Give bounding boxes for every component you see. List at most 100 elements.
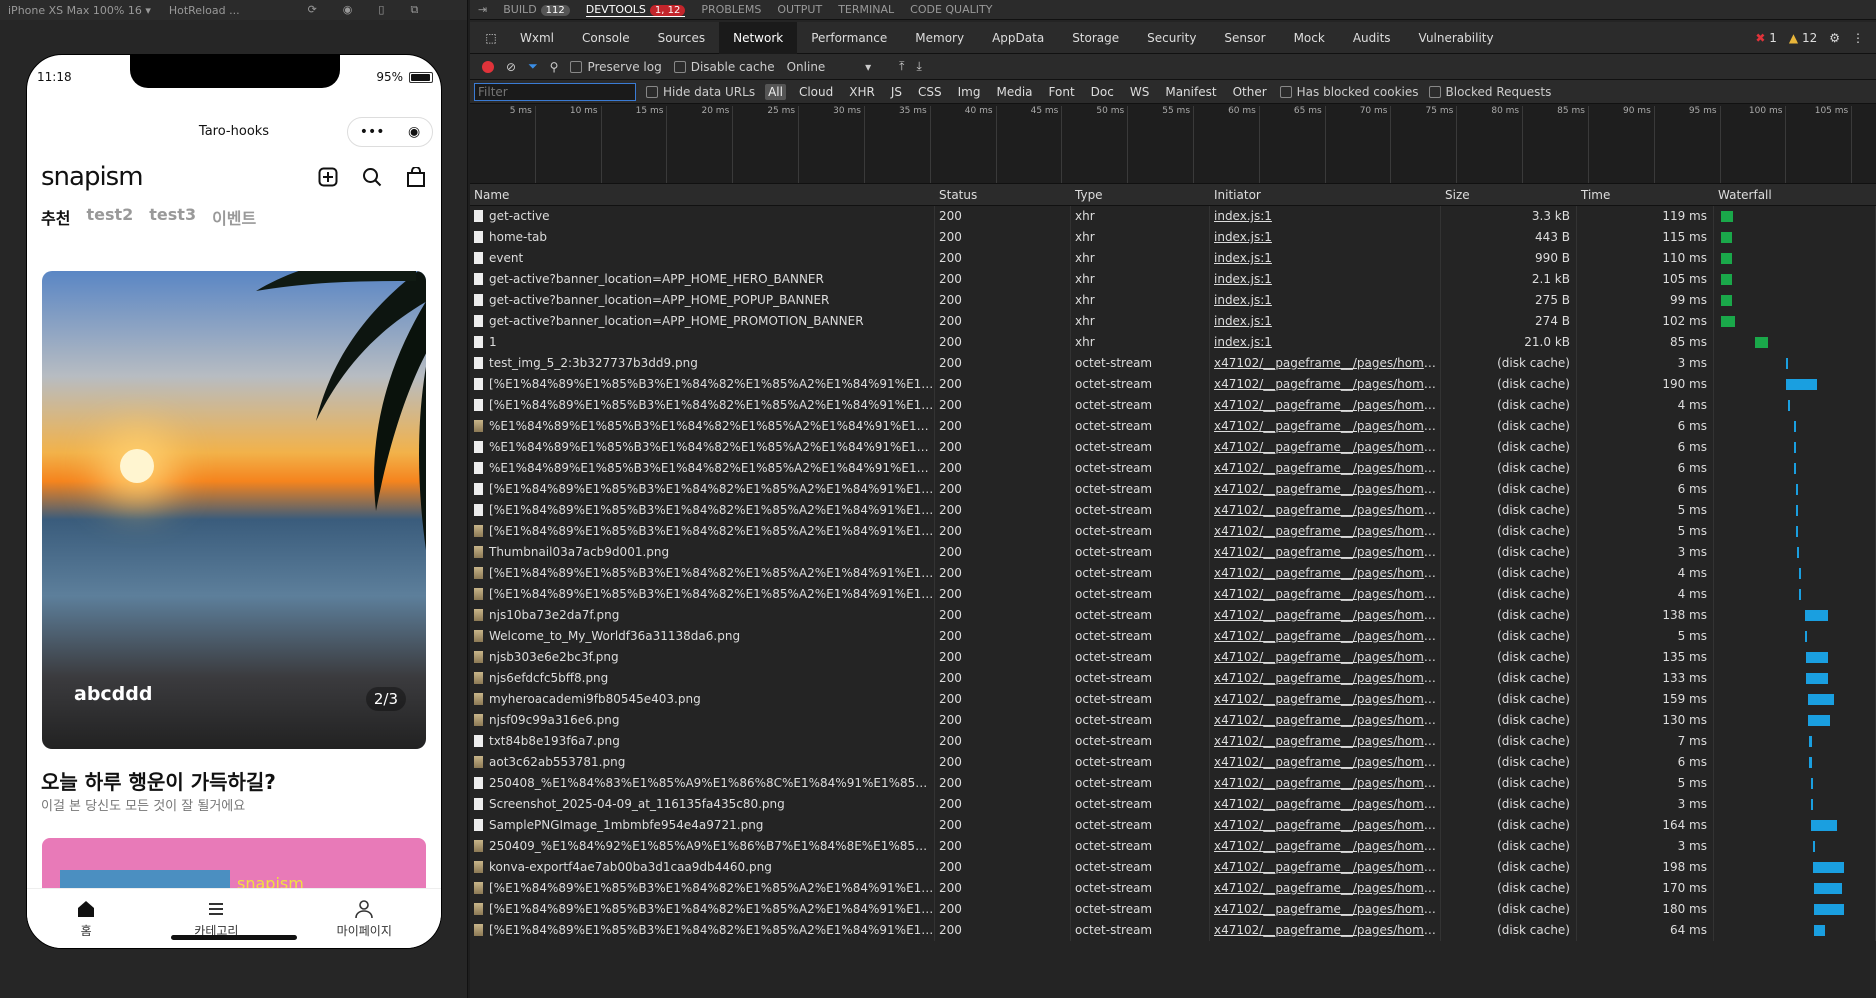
cell-name[interactable]: njs6efdcfc5bff8.png bbox=[470, 668, 935, 689]
tabbar-category[interactable]: 카테고리 bbox=[194, 899, 238, 939]
cell-name[interactable]: event bbox=[470, 248, 935, 269]
table-row[interactable]: [%E1%84%89%E1%85%B3%E1%84%82%E1%85%A2%E1… bbox=[470, 920, 1876, 941]
panel-tab-sensor[interactable]: Sensor bbox=[1210, 22, 1279, 54]
cell-initiator[interactable]: x47102/__pageframe__/pages/home/ind... bbox=[1210, 584, 1441, 605]
table-row[interactable]: txt84b8e193f6a7.png 200 octet-stream x47102… bbox=[470, 731, 1876, 752]
cell-initiator[interactable]: index.js:1 bbox=[1210, 332, 1441, 353]
table-row[interactable]: test_img_5_2:3b327737b3dd9.png 200 octet-s… bbox=[470, 353, 1876, 374]
tab-problems[interactable]: PROBLEMS bbox=[701, 3, 761, 16]
col-time[interactable]: Time bbox=[1577, 188, 1714, 202]
cell-name[interactable]: [%E1%84%89%E1%85%B3%E1%84%82%E1%85%A2%E1… bbox=[470, 920, 935, 941]
cell-initiator[interactable]: x47102/__pageframe__/pages/home/ind... bbox=[1210, 857, 1441, 878]
table-row[interactable]: get-active?banner_location=APP_HOME_HERO… bbox=[470, 269, 1876, 290]
filter-type-js[interactable]: JS bbox=[888, 84, 905, 100]
table-row[interactable]: [%E1%84%89%E1%85%B3%E1%84%82%E1%85%A2%E1… bbox=[470, 563, 1876, 584]
table-row[interactable]: [%E1%84%89%E1%85%B3%E1%84%82%E1%85%A2%E1… bbox=[470, 479, 1876, 500]
cell-initiator[interactable]: x47102/__pageframe__/pages/home/ind... bbox=[1210, 353, 1441, 374]
panel-tab-security[interactable]: Security bbox=[1133, 22, 1210, 54]
filter-type-font[interactable]: Font bbox=[1046, 84, 1078, 100]
close-mini-program-icon[interactable]: ◉ bbox=[408, 125, 420, 139]
filter-type-other[interactable]: Other bbox=[1230, 84, 1270, 100]
cell-initiator[interactable]: x47102/__pageframe__/pages/home/ind... bbox=[1210, 836, 1441, 857]
table-row[interactable]: [%E1%84%89%E1%85%B3%E1%84%82%E1%85%A2%E1… bbox=[470, 878, 1876, 899]
settings-gear-icon[interactable]: ⚙ bbox=[1829, 31, 1840, 45]
tab-code-quality[interactable]: CODE QUALITY bbox=[910, 3, 992, 16]
shopping-bag-icon[interactable] bbox=[405, 166, 427, 188]
cell-name[interactable]: %E1%84%89%E1%85%B3%E1%84%82%E1%85%A2%E1%… bbox=[470, 416, 935, 437]
filter-type-xhr[interactable]: XHR bbox=[846, 84, 878, 100]
cell-initiator[interactable]: index.js:1 bbox=[1210, 311, 1441, 332]
cell-name[interactable]: get-active bbox=[470, 206, 935, 227]
tab-test3[interactable]: test3 bbox=[149, 205, 196, 229]
filter-icon[interactable]: ⏷ bbox=[528, 59, 538, 74]
cell-name[interactable]: %E1%84%89%E1%85%B3%E1%84%82%E1%85%A2%E1%… bbox=[470, 437, 935, 458]
cell-initiator[interactable]: x47102/__pageframe__/pages/home/ind... bbox=[1210, 542, 1441, 563]
panel-tab-vulnerability[interactable]: Vulnerability bbox=[1405, 22, 1508, 54]
cell-name[interactable]: get-active?banner_location=APP_HOME_PROM… bbox=[470, 311, 935, 332]
tab-event[interactable]: 이벤트 bbox=[212, 205, 256, 229]
tabbar-mypage[interactable]: 마이페이지 bbox=[337, 899, 392, 939]
cell-initiator[interactable]: x47102/__pageframe__/pages/home/ind... bbox=[1210, 815, 1441, 836]
cell-initiator[interactable]: x47102/__pageframe__/pages/home/ind... bbox=[1210, 710, 1441, 731]
tab-output[interactable]: OUTPUT bbox=[777, 3, 822, 16]
filter-input[interactable] bbox=[474, 82, 636, 101]
panel-tab-sources[interactable]: Sources bbox=[644, 22, 719, 54]
cell-name[interactable]: get-active?banner_location=APP_HOME_POPU… bbox=[470, 290, 935, 311]
col-name[interactable]: Name bbox=[470, 188, 935, 202]
cell-name[interactable]: home-tab bbox=[470, 227, 935, 248]
table-row[interactable]: 250408_%E1%84%83%E1%85%A9%E1%86%8C%E1%84… bbox=[470, 773, 1876, 794]
cell-name[interactable]: [%E1%84%89%E1%85%B3%E1%84%82%E1%85%A2%E1… bbox=[470, 878, 935, 899]
table-row[interactable]: get-active 200 xhr index.js:1 3.3 kB 119 ms bbox=[470, 206, 1876, 227]
panel-tab-console[interactable]: Console bbox=[568, 22, 644, 54]
cell-name[interactable]: [%E1%84%89%E1%85%B3%E1%84%82%E1%85%A2%E1… bbox=[470, 899, 935, 920]
cell-initiator[interactable]: x47102/__pageframe__/pages/home/ind... bbox=[1210, 689, 1441, 710]
table-row[interactable]: [%E1%84%89%E1%85%B3%E1%84%82%E1%85%A2%E1… bbox=[470, 899, 1876, 920]
tab-recommend[interactable]: 추천 bbox=[41, 205, 70, 229]
cell-name[interactable]: get-active?banner_location=APP_HOME_HERO… bbox=[470, 269, 935, 290]
cell-initiator[interactable]: x47102/__pageframe__/pages/home/ind... bbox=[1210, 773, 1441, 794]
cell-name[interactable]: %E1%84%89%E1%85%B3%E1%84%82%E1%85%A2%E1%… bbox=[470, 458, 935, 479]
cell-name[interactable]: txt84b8e193f6a7.png bbox=[470, 731, 935, 752]
cell-name[interactable]: njsb303e6e2bc3f.png bbox=[470, 647, 935, 668]
record-button[interactable] bbox=[482, 60, 494, 73]
import-har-icon[interactable]: ⤒ bbox=[899, 59, 904, 74]
cell-initiator[interactable]: x47102/__pageframe__/pages/home/ind... bbox=[1210, 920, 1441, 941]
cell-initiator[interactable]: index.js:1 bbox=[1210, 227, 1441, 248]
table-row[interactable]: myheroacademi9fb80545e403.png 200 octet-st… bbox=[470, 689, 1876, 710]
table-row[interactable]: konva-exportf4ae7ab00ba3d1caa9db4460.png… bbox=[470, 857, 1876, 878]
add-post-icon[interactable] bbox=[317, 166, 339, 188]
cell-initiator[interactable]: x47102/__pageframe__/pages/home/ind... bbox=[1210, 479, 1441, 500]
cell-initiator[interactable]: x47102/__pageframe__/pages/home/ind... bbox=[1210, 878, 1441, 899]
table-row[interactable]: SamplePNGImage_1mbmbfe954e4a9721.png 200 o… bbox=[470, 815, 1876, 836]
cell-initiator[interactable]: x47102/__pageframe__/pages/home/ind... bbox=[1210, 500, 1441, 521]
collapse-icon[interactable]: ⇥ bbox=[478, 3, 487, 16]
table-row[interactable]: Thumbnail03a7acb9d001.png 200 octet-stream… bbox=[470, 542, 1876, 563]
table-row[interactable]: [%E1%84%89%E1%85%B3%E1%84%82%E1%85%A2%E1… bbox=[470, 584, 1876, 605]
cell-initiator[interactable]: x47102/__pageframe__/pages/home/ind... bbox=[1210, 563, 1441, 584]
cell-initiator[interactable]: x47102/__pageframe__/pages/home/ind... bbox=[1210, 458, 1441, 479]
table-row[interactable]: %E1%84%89%E1%85%B3%E1%84%82%E1%85%A2%E1%… bbox=[470, 458, 1876, 479]
col-size[interactable]: Size bbox=[1441, 188, 1577, 202]
cell-name[interactable]: [%E1%84%89%E1%85%B3%E1%84%82%E1%85%A2%E1… bbox=[470, 374, 935, 395]
table-row[interactable]: Welcome_to_My_Worldf36a31138da6.png 200 oc… bbox=[470, 626, 1876, 647]
panel-tab-mock[interactable]: Mock bbox=[1280, 22, 1339, 54]
capsule-menu[interactable]: ••• ◉ bbox=[347, 117, 433, 147]
cell-name[interactable]: [%E1%84%89%E1%85%B3%E1%84%82%E1%85%A2%E1… bbox=[470, 395, 935, 416]
export-har-icon[interactable]: ⤓ bbox=[916, 59, 921, 74]
more-options-icon[interactable]: ⋮ bbox=[1852, 31, 1864, 45]
table-row[interactable]: get-active?banner_location=APP_HOME_POPU… bbox=[470, 290, 1876, 311]
search-icon[interactable] bbox=[361, 166, 383, 188]
panel-tab-storage[interactable]: Storage bbox=[1058, 22, 1133, 54]
panel-tab-memory[interactable]: Memory bbox=[901, 22, 978, 54]
cell-name[interactable]: [%E1%84%89%E1%85%B3%E1%84%82%E1%85%A2%E1… bbox=[470, 584, 935, 605]
cell-name[interactable]: 250408_%E1%84%83%E1%85%A9%E1%86%8C%E1%84… bbox=[470, 773, 935, 794]
filter-type-img[interactable]: Img bbox=[955, 84, 984, 100]
refresh-icon[interactable]: ⟳ bbox=[308, 3, 317, 17]
filter-type-ws[interactable]: WS bbox=[1127, 84, 1152, 100]
cell-initiator[interactable]: x47102/__pageframe__/pages/home/ind... bbox=[1210, 794, 1441, 815]
table-row[interactable]: njsb303e6e2bc3f.png 200 octet-stream x47102… bbox=[470, 647, 1876, 668]
cell-name[interactable]: 1 bbox=[470, 332, 935, 353]
preserve-log-checkbox[interactable]: Preserve log bbox=[570, 60, 662, 74]
disable-cache-checkbox[interactable]: Disable cache bbox=[673, 60, 775, 74]
filter-type-manifest[interactable]: Manifest bbox=[1162, 84, 1219, 100]
